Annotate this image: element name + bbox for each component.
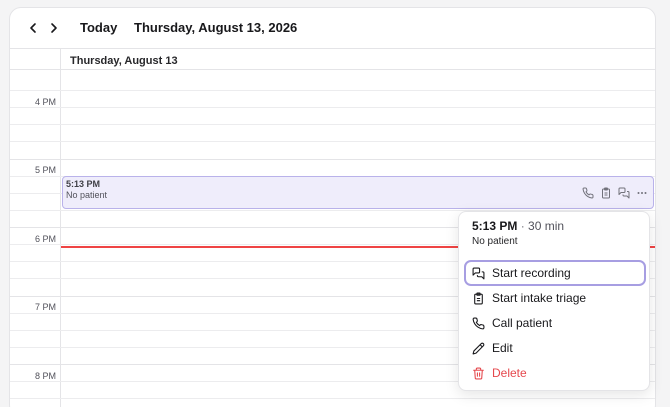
trash-icon: [473, 367, 484, 379]
day-column-header: Thursday, August 13: [70, 55, 178, 67]
chevron-right-icon: [51, 23, 57, 33]
menu-item-label: Start recording: [492, 266, 571, 280]
menu-item-label: Call patient: [492, 316, 553, 330]
hour-label: 7 PM: [34, 302, 56, 312]
today-button[interactable]: Today: [80, 20, 117, 35]
appointment-event[interactable]: 5:13 PM No patient: [62, 176, 654, 209]
hour-label: 8 PM: [34, 371, 56, 381]
delete-button[interactable]: Delete: [464, 360, 646, 386]
next-day-button[interactable]: [44, 18, 64, 38]
start-recording-button[interactable]: Start recording: [464, 260, 646, 286]
start-intake-triage-button[interactable]: Start intake triage: [464, 285, 646, 311]
chat-icon[interactable]: [617, 186, 631, 200]
phone-icon[interactable]: [581, 186, 595, 200]
grid-line: [10, 107, 655, 108]
grid-line: [10, 141, 655, 142]
event-time: 5:13 PM: [66, 179, 101, 189]
pencil-icon: [472, 342, 485, 354]
time-gutter-divider: [60, 49, 61, 407]
grid-line: [10, 124, 655, 125]
calendar-toolbar: Today Thursday, August 13, 2026: [10, 8, 655, 49]
menu-item-label: Start intake triage: [492, 291, 587, 305]
menu-item-label: Edit: [492, 341, 513, 355]
hour-label: 5 PM: [34, 165, 56, 175]
popover-header: 5:13 PM · 30 min: [472, 219, 564, 233]
grid-line: [10, 69, 655, 70]
popover-duration: 30 min: [528, 219, 565, 233]
popover-time: 5:13 PM: [472, 219, 518, 233]
hour-label: 4 PM: [34, 97, 56, 107]
more-icon[interactable]: [635, 186, 649, 200]
chevron-left-icon: [30, 23, 36, 33]
event-actions: [581, 186, 649, 200]
popover-separator: ·: [520, 219, 525, 233]
previous-day-button[interactable]: [23, 18, 43, 38]
edit-button[interactable]: Edit: [464, 335, 646, 361]
grid-line: [10, 398, 655, 399]
hour-label: 6 PM: [34, 234, 56, 244]
event-actions-popover: 5:13 PM · 30 min No patient Start record…: [458, 211, 650, 391]
event-patient: No patient: [66, 190, 108, 200]
grid-line: [10, 159, 655, 160]
clipboard-icon: [474, 292, 483, 304]
clipboard-icon[interactable]: [599, 186, 613, 200]
grid-line: [10, 90, 655, 91]
current-date-title: Thursday, August 13, 2026: [134, 20, 298, 35]
chat-icon: [472, 267, 485, 279]
call-patient-button[interactable]: Call patient: [464, 310, 646, 336]
popover-patient: No patient: [472, 236, 518, 247]
menu-item-label: Delete: [492, 366, 527, 380]
phone-icon: [472, 317, 485, 329]
